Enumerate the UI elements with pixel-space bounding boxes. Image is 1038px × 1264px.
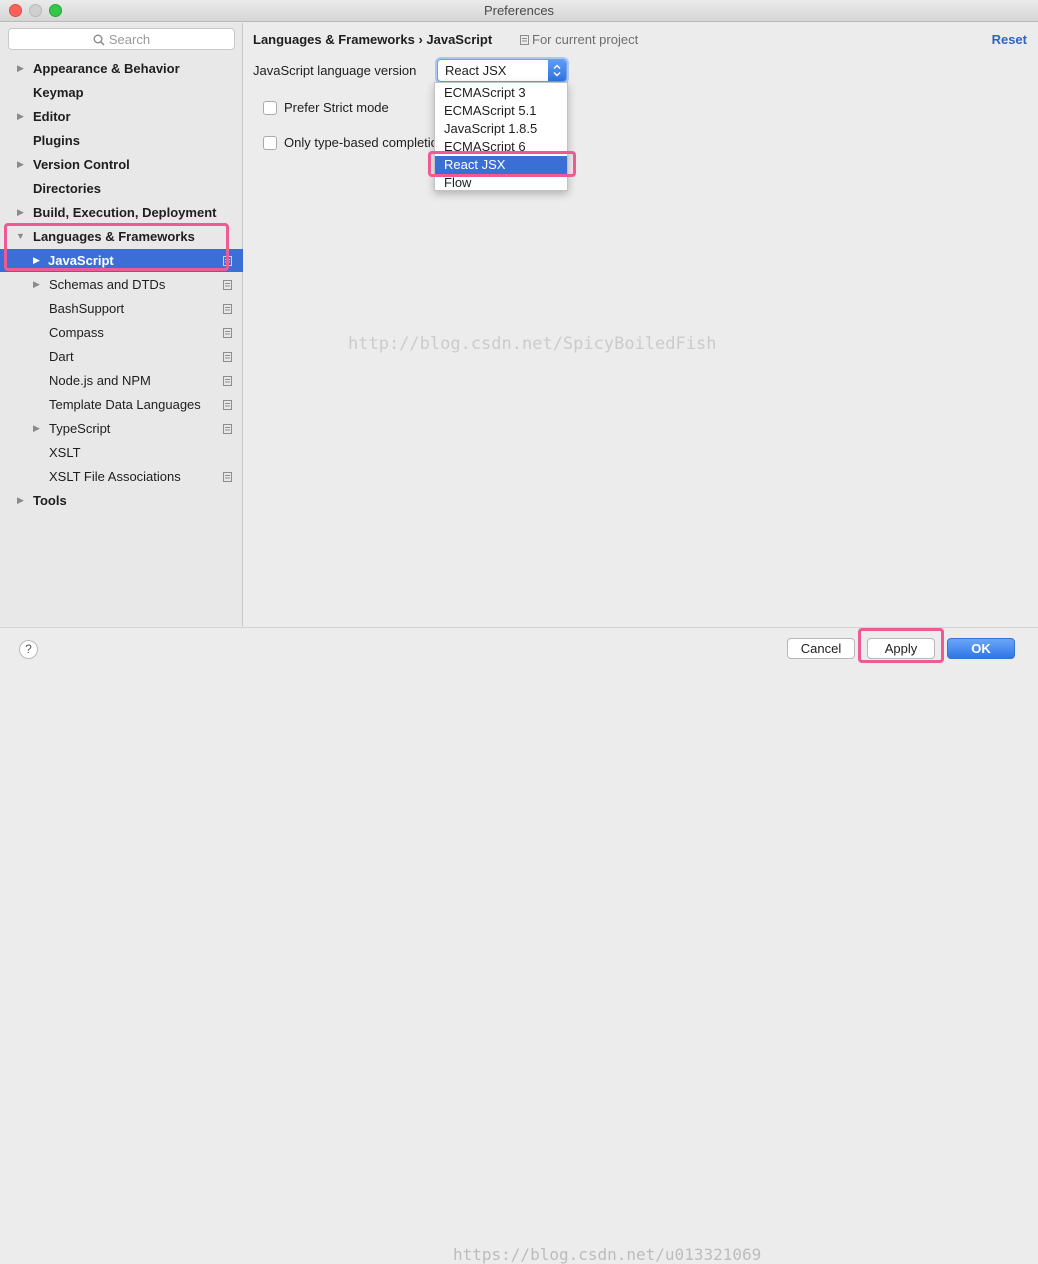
sidebar-item-schemas-dtds[interactable]: ▶ Schemas and DTDs	[0, 273, 243, 296]
help-button[interactable]: ?	[19, 640, 38, 659]
cancel-button[interactable]: Cancel	[787, 638, 855, 659]
language-version-label: JavaScript language version	[253, 63, 417, 78]
sidebar-item-editor[interactable]: ▶ Editor	[0, 105, 243, 128]
ok-button[interactable]: OK	[947, 638, 1015, 659]
sidebar-item-dart[interactable]: Dart	[0, 345, 243, 368]
title-bar[interactable]: Preferences	[0, 0, 1038, 22]
expand-arrow-icon[interactable]: ▶	[17, 153, 27, 176]
search-input[interactable]: Search	[8, 28, 235, 50]
sidebar-item-keymap[interactable]: Keymap	[0, 81, 243, 104]
settings-content-panel: Languages & Frameworks › JavaScript For …	[244, 23, 1038, 626]
sidebar-item-typescript[interactable]: ▶ TypeScript	[0, 417, 243, 440]
language-version-value: React JSX	[445, 63, 507, 78]
reset-link[interactable]: Reset	[992, 32, 1027, 47]
search-icon	[93, 34, 105, 46]
project-settings-icon	[520, 35, 529, 45]
expand-arrow-icon[interactable]: ▶	[33, 417, 43, 440]
expand-arrow-icon[interactable]: ▶	[33, 249, 43, 272]
sidebar-item-javascript[interactable]: ▶ JavaScript	[0, 249, 243, 272]
settings-sidebar: Search ▶ Appearance & Behavior Keymap ▶ …	[0, 23, 243, 626]
sidebar-item-directories[interactable]: Directories	[0, 177, 243, 200]
project-settings-icon	[223, 424, 232, 434]
preferences-window: Preferences Search ▶ Appearance & Behavi…	[0, 0, 1038, 1264]
sidebar-item-version-control[interactable]: ▶ Version Control	[0, 153, 243, 176]
project-settings-icon	[223, 280, 232, 290]
only-type-based-completion-label: Only type-based completion	[284, 135, 434, 150]
sidebar-item-tools[interactable]: ▶ Tools	[0, 489, 243, 512]
project-settings-icon	[223, 256, 232, 266]
option-ecmascript-6[interactable]: ECMAScript 6	[435, 138, 567, 156]
sidebar-item-plugins[interactable]: Plugins	[0, 129, 243, 152]
collapse-arrow-icon[interactable]: ▼	[16, 225, 26, 248]
project-settings-icon	[223, 328, 232, 338]
option-react-jsx[interactable]: React JSX	[435, 156, 567, 174]
sidebar-item-bashsupport[interactable]: BashSupport	[0, 297, 243, 320]
sidebar-item-template-data-languages[interactable]: Template Data Languages	[0, 393, 243, 416]
option-javascript-1-8-5[interactable]: JavaScript 1.8.5	[435, 120, 567, 138]
project-settings-icon	[223, 472, 232, 482]
language-version-dropdown: ECMAScript 3 ECMAScript 5.1 JavaScript 1…	[434, 82, 568, 191]
dialog-button-bar: ? https://blog.csdn.net/u013321069 Cance…	[0, 627, 1038, 1264]
language-version-select[interactable]: React JSX	[437, 59, 567, 82]
only-type-based-completion-checkbox[interactable]	[263, 136, 277, 150]
project-settings-icon	[223, 376, 232, 386]
option-ecmascript-5-1[interactable]: ECMAScript 5.1	[435, 102, 567, 120]
apply-button[interactable]: Apply	[867, 638, 935, 659]
sidebar-item-nodejs-npm[interactable]: Node.js and NPM	[0, 369, 243, 392]
sidebar-item-compass[interactable]: Compass	[0, 321, 243, 344]
expand-arrow-icon[interactable]: ▶	[17, 489, 27, 512]
window-title: Preferences	[483, 3, 555, 18]
sidebar-item-build-execution-deployment[interactable]: ▶ Build, Execution, Deployment	[0, 201, 243, 224]
expand-arrow-icon[interactable]: ▶	[17, 201, 27, 224]
expand-arrow-icon[interactable]: ▶	[17, 57, 27, 80]
expand-arrow-icon[interactable]: ▶	[17, 105, 27, 128]
sidebar-item-xslt[interactable]: XSLT	[0, 441, 243, 464]
option-flow[interactable]: Flow	[435, 174, 567, 192]
scope-label: For current project	[520, 32, 638, 47]
expand-arrow-icon[interactable]: ▶	[33, 273, 43, 296]
option-ecmascript-3[interactable]: ECMAScript 3	[435, 84, 567, 102]
project-settings-icon	[223, 352, 232, 362]
prefer-strict-mode-checkbox[interactable]	[263, 101, 277, 115]
project-settings-icon	[223, 304, 232, 314]
watermark-text: http://blog.csdn.net/SpicyBoiledFish	[348, 334, 717, 354]
breadcrumb: Languages & Frameworks › JavaScript	[253, 32, 493, 47]
sidebar-item-languages-frameworks[interactable]: ▼ Languages & Frameworks	[0, 225, 243, 248]
select-arrows-icon[interactable]	[548, 60, 566, 81]
search-placeholder: Search	[108, 32, 151, 47]
watermark-text-bottom: https://blog.csdn.net/u013321069	[453, 1245, 762, 1264]
sidebar-item-xslt-file-associations[interactable]: XSLT File Associations	[0, 465, 243, 488]
prefer-strict-mode-label: Prefer Strict mode	[284, 100, 389, 115]
project-settings-icon	[223, 400, 232, 410]
sidebar-item-appearance-behavior[interactable]: ▶ Appearance & Behavior	[0, 57, 243, 80]
